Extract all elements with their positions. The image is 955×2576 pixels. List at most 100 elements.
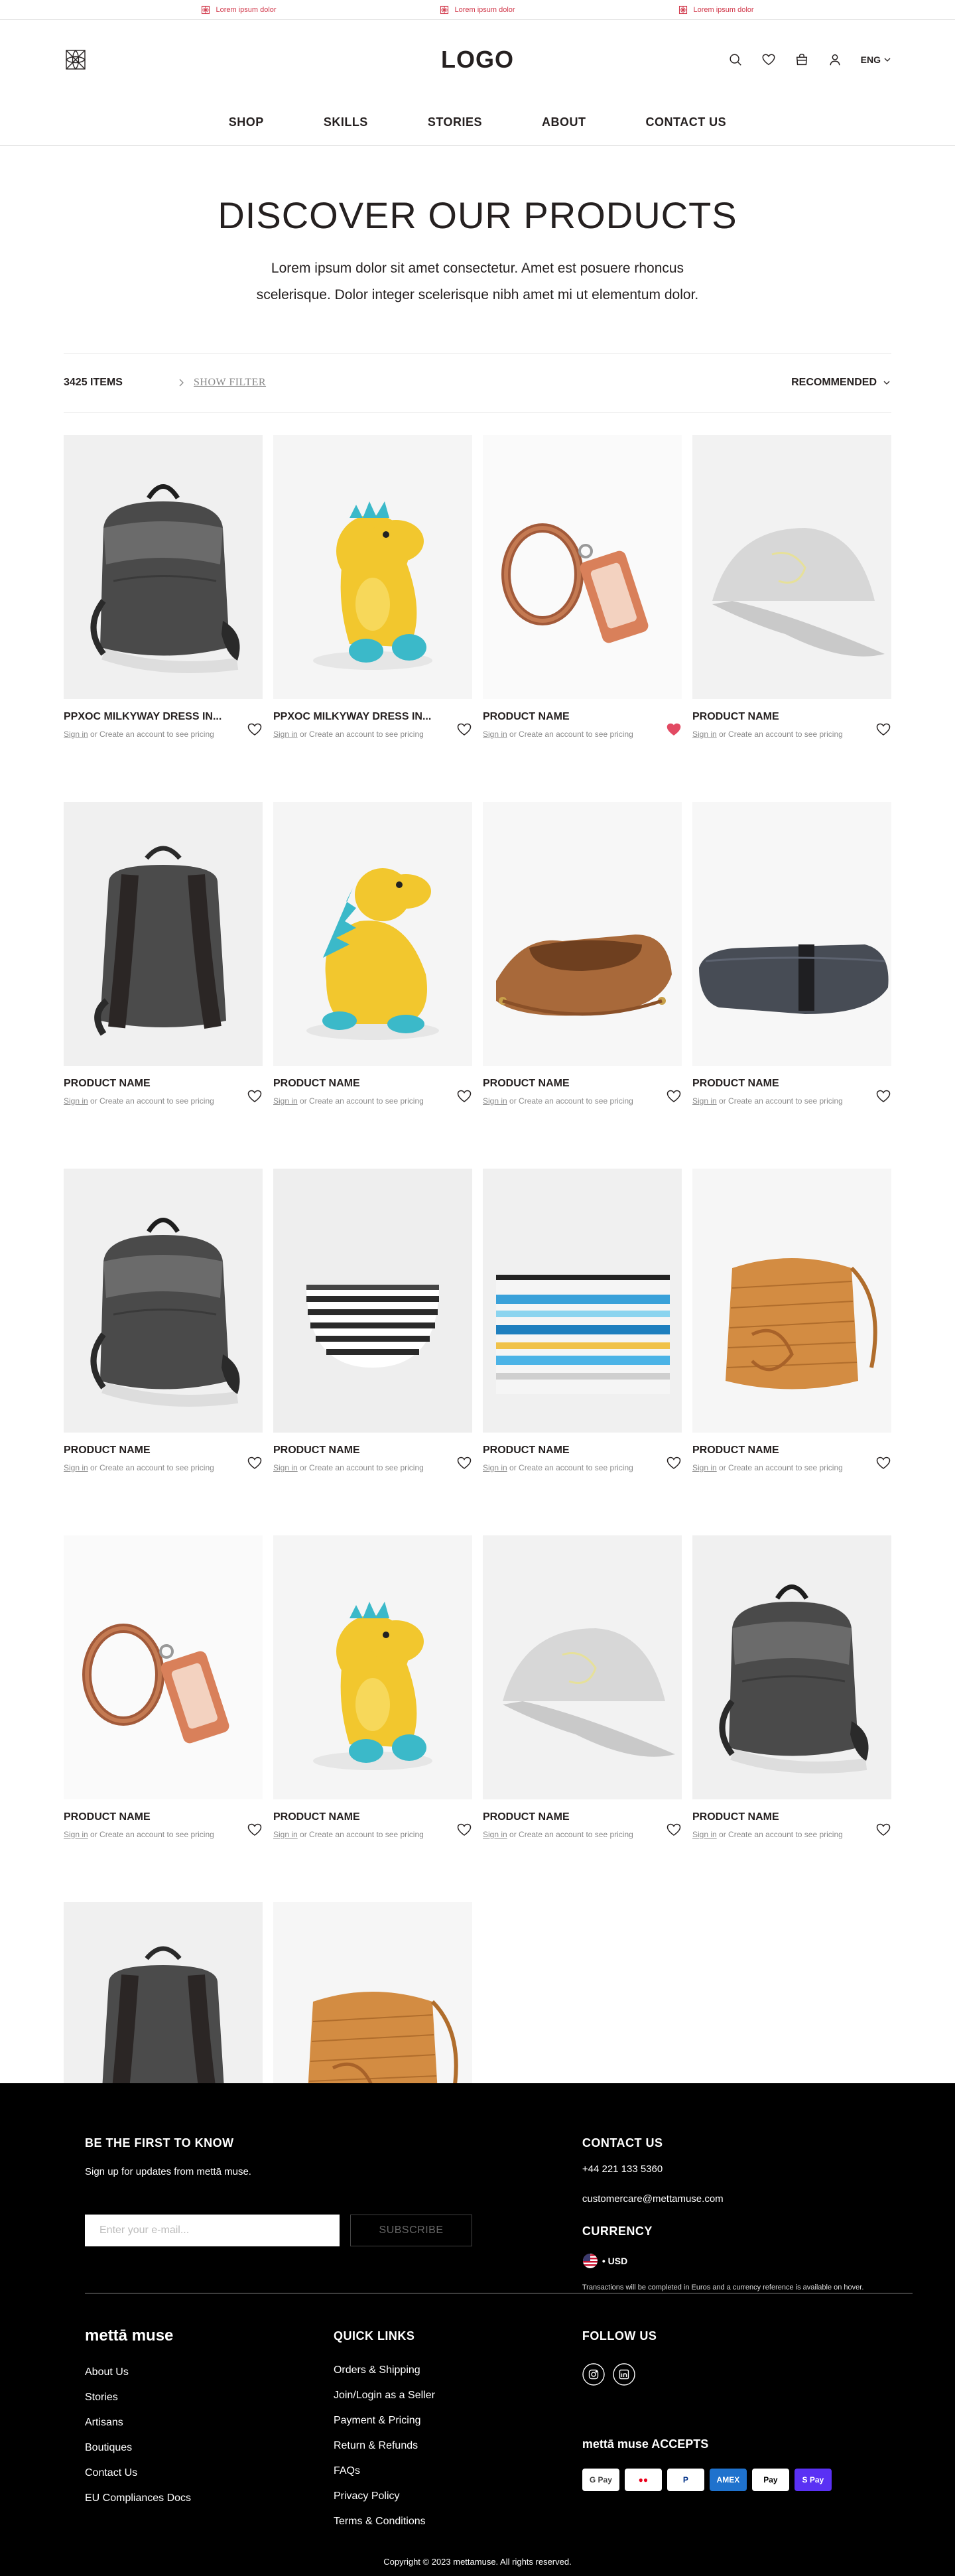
product-name[interactable]: PRODUCT NAME <box>273 1445 432 1456</box>
product-card[interactable]: PRODUCT NAME Sign in or Create an account… <box>483 1169 682 1472</box>
product-card[interactable]: PRODUCT NAME Sign in or Create an account… <box>483 1535 682 1839</box>
favorite-heart-icon[interactable] <box>875 1455 891 1471</box>
product-card[interactable]: PPXOC MILKYWAY DRESS IN... Sign in or Cre… <box>273 435 472 739</box>
favorite-heart-icon[interactable] <box>247 722 263 738</box>
language-selector[interactable]: ENG <box>861 54 891 65</box>
show-filter-toggle[interactable]: SHOW FILTER <box>176 377 266 389</box>
product-name[interactable]: PRODUCT NAME <box>483 711 642 723</box>
sign-in-link[interactable]: Sign in <box>692 1463 717 1472</box>
sort-dropdown[interactable]: RECOMMENDED <box>791 377 891 389</box>
product-name[interactable]: PRODUCT NAME <box>483 1078 642 1090</box>
product-image[interactable] <box>273 1169 472 1433</box>
product-name[interactable]: PRODUCT NAME <box>692 1445 852 1456</box>
brand-link[interactable]: Stories <box>85 2392 118 2403</box>
quick-link[interactable]: Return & Refunds <box>334 2440 418 2451</box>
product-name[interactable]: PPXOC MILKYWAY DRESS IN... <box>64 711 223 723</box>
sign-in-link[interactable]: Sign in <box>64 730 88 739</box>
product-card[interactable]: PRODUCT NAME Sign in or Create an account… <box>483 802 682 1106</box>
quick-link[interactable]: Payment & Pricing <box>334 2415 421 2426</box>
product-card[interactable]: PRODUCT NAME Sign in or Create an account… <box>273 1169 472 1472</box>
sign-in-link[interactable]: Sign in <box>64 1463 88 1472</box>
product-card[interactable]: PRODUCT NAME Sign in or Create an account… <box>64 802 263 1106</box>
favorite-heart-icon[interactable] <box>456 1822 472 1838</box>
quick-link[interactable]: Orders & Shipping <box>334 2364 420 2376</box>
favorite-heart-icon[interactable] <box>875 1088 891 1104</box>
product-name[interactable]: PRODUCT NAME <box>692 1078 852 1090</box>
product-image[interactable] <box>64 435 263 699</box>
sign-in-link[interactable]: Sign in <box>692 1830 717 1839</box>
product-image[interactable] <box>273 802 472 1066</box>
search-icon[interactable] <box>728 52 743 67</box>
favorite-heart-icon[interactable] <box>247 1455 263 1471</box>
product-card[interactable]: PRODUCT NAME Sign in or Create an account… <box>692 802 891 1106</box>
linkedin-icon[interactable] <box>613 2363 635 2386</box>
product-card[interactable]: PRODUCT NAME Sign in or Create an account… <box>483 435 682 739</box>
favorite-heart-icon[interactable] <box>456 722 472 738</box>
email-input[interactable] <box>85 2215 340 2246</box>
user-icon[interactable] <box>828 52 842 67</box>
product-image[interactable] <box>64 1169 263 1433</box>
sign-in-link[interactable]: Sign in <box>273 730 298 739</box>
product-card[interactable]: PRODUCT NAME Sign in or Create an account… <box>273 802 472 1106</box>
favorite-heart-icon[interactable] <box>456 1088 472 1104</box>
currency-selector[interactable]: • USD <box>582 2253 870 2269</box>
product-name[interactable]: PRODUCT NAME <box>273 1811 432 1823</box>
product-image[interactable] <box>64 802 263 1066</box>
instagram-icon[interactable] <box>582 2363 605 2386</box>
favorite-heart-icon[interactable] <box>666 1822 682 1838</box>
product-name[interactable]: PPXOC MILKYWAY DRESS IN... <box>273 711 432 723</box>
product-image[interactable] <box>692 1169 891 1433</box>
sign-in-link[interactable]: Sign in <box>273 1463 298 1472</box>
quick-link[interactable]: Terms & Conditions <box>334 2516 426 2527</box>
bag-icon[interactable] <box>795 52 809 67</box>
product-name[interactable]: PRODUCT NAME <box>273 1078 432 1090</box>
product-image[interactable] <box>692 1535 891 1799</box>
contact-email[interactable]: customercare@mettamuse.com <box>582 2193 870 2205</box>
product-name[interactable]: PRODUCT NAME <box>483 1811 642 1823</box>
product-name[interactable]: PRODUCT NAME <box>483 1445 642 1456</box>
sign-in-link[interactable]: Sign in <box>483 730 507 739</box>
site-logo[interactable]: LOGO <box>441 46 514 74</box>
sign-in-link[interactable]: Sign in <box>483 1463 507 1472</box>
favorite-heart-icon[interactable] <box>666 1088 682 1104</box>
favorite-heart-icon[interactable] <box>247 1088 263 1104</box>
subscribe-button[interactable]: SUBSCRIBE <box>350 2215 472 2246</box>
product-card[interactable]: PRODUCT NAME Sign in or Create an account… <box>692 1169 891 1472</box>
sign-in-link[interactable]: Sign in <box>64 1830 88 1839</box>
nav-item-skills[interactable]: SKILLS <box>324 115 368 129</box>
favorite-heart-icon[interactable] <box>875 1822 891 1838</box>
favorite-heart-icon[interactable] <box>666 1455 682 1471</box>
product-image[interactable] <box>483 802 682 1066</box>
favorite-heart-icon[interactable] <box>247 1822 263 1838</box>
product-card[interactable]: PRODUCT NAME Sign in or Create an account… <box>64 1535 263 1839</box>
product-card[interactable]: PRODUCT NAME Sign in or Create an account… <box>64 1169 263 1472</box>
nav-item-contact-us[interactable]: CONTACT US <box>646 115 727 129</box>
product-image[interactable] <box>64 1535 263 1799</box>
sign-in-link[interactable]: Sign in <box>64 1096 88 1106</box>
product-image[interactable] <box>692 802 891 1066</box>
nav-item-shop[interactable]: SHOP <box>229 115 264 129</box>
product-card[interactable]: PPXOC MILKYWAY DRESS IN... Sign in or Cre… <box>64 435 263 739</box>
product-card[interactable]: PRODUCT NAME Sign in or Create an account… <box>273 1535 472 1839</box>
product-name[interactable]: PRODUCT NAME <box>692 1811 852 1823</box>
brand-link[interactable]: About Us <box>85 2366 129 2378</box>
product-image[interactable] <box>483 1169 682 1433</box>
sign-in-link[interactable]: Sign in <box>483 1096 507 1106</box>
product-image[interactable] <box>273 1535 472 1799</box>
quick-link[interactable]: Privacy Policy <box>334 2490 400 2502</box>
product-name[interactable]: PRODUCT NAME <box>64 1445 223 1456</box>
sign-in-link[interactable]: Sign in <box>273 1096 298 1106</box>
brand-link[interactable]: EU Compliances Docs <box>85 2492 191 2504</box>
brand-mark-icon[interactable] <box>64 48 88 72</box>
quick-link[interactable]: Join/Login as a Seller <box>334 2390 435 2401</box>
favorite-heart-icon[interactable] <box>875 722 891 738</box>
brand-link[interactable]: Contact Us <box>85 2467 137 2479</box>
sign-in-link[interactable]: Sign in <box>692 730 717 739</box>
sign-in-link[interactable]: Sign in <box>692 1096 717 1106</box>
product-card[interactable]: PRODUCT NAME Sign in or Create an account… <box>692 1535 891 1839</box>
heart-icon[interactable] <box>761 52 776 67</box>
brand-link[interactable]: Boutiques <box>85 2442 132 2453</box>
sign-in-link[interactable]: Sign in <box>483 1830 507 1839</box>
favorite-heart-icon[interactable] <box>666 722 682 738</box>
product-name[interactable]: PRODUCT NAME <box>692 711 852 723</box>
